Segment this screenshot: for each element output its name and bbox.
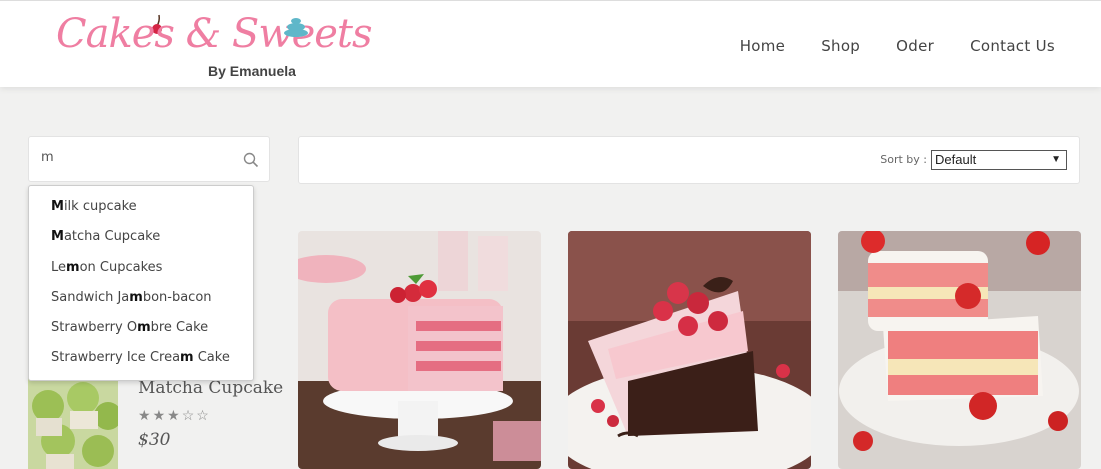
sort-bar: Sort by : Default ▼: [298, 136, 1080, 184]
cupcake-swirl-icon: [284, 18, 308, 37]
product-card-raspberry-chocolate-cake[interactable]: [568, 231, 811, 469]
star-filled-icon: ★: [167, 407, 182, 423]
product-card-pink-layer-cake[interactable]: [298, 231, 541, 469]
rating-stars: ★★★☆☆: [138, 407, 211, 424]
star-filled-icon: ★: [152, 407, 168, 423]
sort-label: Sort by :: [880, 153, 927, 166]
logo-text: Cakes & Sweets: [56, 11, 373, 57]
product-image: [838, 231, 1081, 469]
sort-select[interactable]: Default ▼: [931, 150, 1067, 170]
suggestion-item[interactable]: Matcha Cupcake: [29, 222, 253, 252]
brand-logo[interactable]: Cakes & Sweets By Emanuela: [56, 11, 373, 83]
sort-selected-value: Default: [935, 152, 977, 167]
star-empty-icon: ☆: [196, 407, 211, 423]
suggestion-item[interactable]: Sandwich Jambon-bacon: [29, 283, 253, 313]
nav-home[interactable]: Home: [740, 37, 786, 55]
main-nav: Home Shop Oder Contact Us: [740, 37, 1055, 55]
suggestion-item[interactable]: Strawberry Ombre Cake: [29, 313, 253, 343]
product-thumbnail[interactable]: [28, 376, 118, 469]
star-empty-icon: ☆: [181, 407, 197, 423]
suggestion-item[interactable]: Strawberry Ice Cream Cake: [29, 343, 253, 373]
sidebar-product[interactable]: Matcha Cupcake ★★★☆☆ $30: [28, 376, 283, 469]
dropdown-caret-icon: ▼: [1051, 154, 1061, 165]
nav-shop[interactable]: Shop: [821, 37, 860, 55]
header-bar: Cakes & Sweets By Emanuela Home Shop Ode…: [0, 0, 1101, 87]
search-box: [28, 136, 270, 182]
product-card-strawberry-shortcake[interactable]: [838, 231, 1081, 469]
suggestion-item[interactable]: Lemon Cupcakes: [29, 253, 253, 283]
product-image: [568, 231, 811, 469]
logo-subtitle: By Emanuela: [208, 63, 296, 79]
product-price: $30: [138, 430, 171, 450]
star-filled-icon: ★: [138, 407, 153, 423]
search-input[interactable]: [39, 149, 233, 166]
search-suggestions: Milk cupcake Matcha Cupcake Lemon Cupcak…: [28, 185, 254, 381]
search-icon[interactable]: [243, 152, 259, 168]
suggestion-item[interactable]: Milk cupcake: [29, 192, 253, 222]
nav-contact[interactable]: Contact Us: [970, 37, 1055, 55]
product-image: [298, 231, 541, 469]
nav-order[interactable]: Oder: [896, 37, 934, 55]
product-name[interactable]: Matcha Cupcake: [138, 378, 283, 398]
